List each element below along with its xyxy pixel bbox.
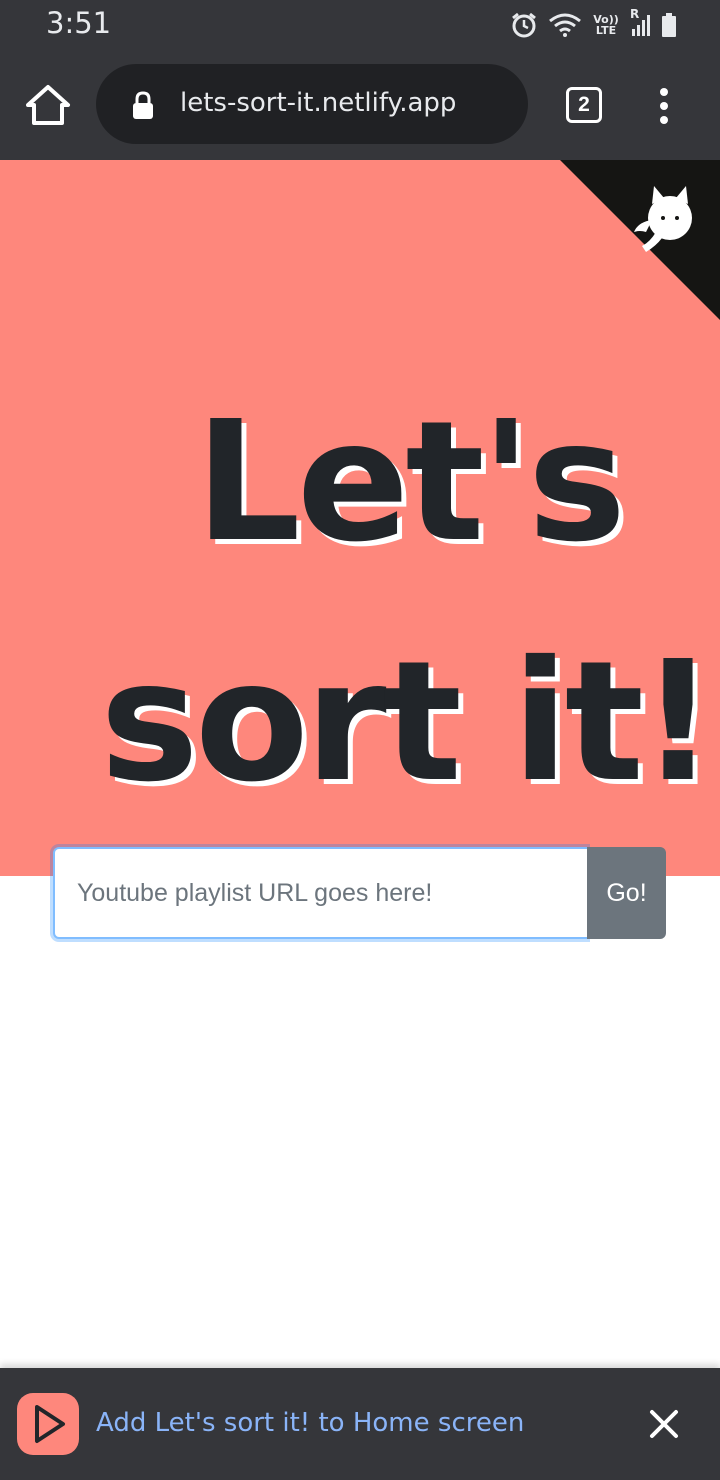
alarm-icon (510, 11, 538, 39)
status-icons: Vo)) LTE R (510, 7, 676, 40)
github-icon (560, 160, 720, 320)
app-icon (17, 1393, 79, 1455)
tabs-button[interactable]: 2 (566, 87, 602, 123)
home-icon (26, 85, 70, 125)
playlist-url-input[interactable] (53, 847, 587, 939)
status-time: 3:51 (46, 6, 112, 40)
menu-button[interactable] (652, 86, 676, 126)
close-banner-button[interactable] (648, 1408, 680, 1440)
status-bar: 3:51 Vo)) LTE R (0, 0, 720, 50)
menu-icon (660, 88, 668, 124)
browser-toolbar: lets-sort-it.netlify.app 2 (0, 50, 720, 160)
battery-icon (662, 13, 676, 37)
wifi-icon (548, 12, 582, 38)
network-label: Vo)) LTE (593, 13, 619, 37)
playlist-input-group: Go! (53, 847, 666, 939)
play-icon (35, 1405, 65, 1443)
add-to-home-text[interactable]: Add Let's sort it! to Home screen (96, 1408, 524, 1438)
signal-icon: R (630, 7, 652, 37)
close-icon (650, 1410, 678, 1438)
roaming-label: R (630, 7, 640, 21)
github-corner-link[interactable] (560, 160, 720, 320)
url-text: lets-sort-it.netlify.app (180, 88, 457, 118)
go-button[interactable]: Go! (587, 847, 666, 939)
lock-icon (133, 91, 153, 119)
page-title-line-2: sort it! (100, 626, 716, 819)
hero-section: Let's sort it! (0, 160, 720, 876)
address-bar[interactable]: lets-sort-it.netlify.app (96, 64, 528, 144)
add-to-home-banner[interactable]: Add Let's sort it! to Home screen (0, 1368, 720, 1480)
home-button[interactable] (24, 83, 72, 127)
page-title-line-1: Let's (195, 386, 626, 579)
